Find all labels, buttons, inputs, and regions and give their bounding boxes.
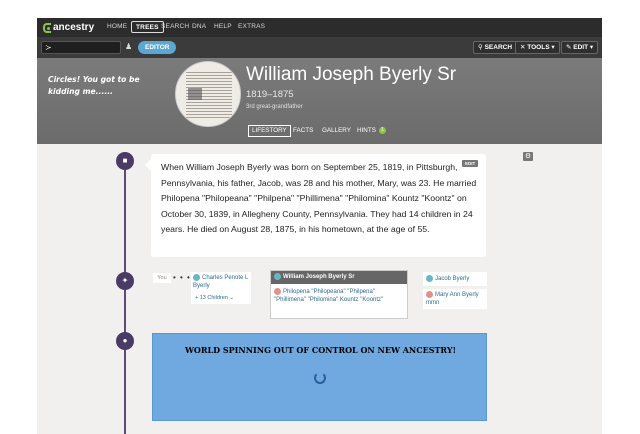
clipping-photo	[188, 88, 202, 100]
pencil-icon: ✎	[566, 44, 572, 51]
person-portrait[interactable]	[175, 61, 241, 127]
gear-icon[interactable]: ⚙	[523, 152, 533, 161]
tab-gallery[interactable]: GALLERY	[322, 125, 351, 137]
timeline-line	[124, 156, 126, 434]
tree-toolbar: ≻ ♟ EDITOR ⚲ SEARCH ✕ TOOLS ▾ ✎ EDIT ▾	[37, 37, 602, 58]
nav-help[interactable]: HELP	[214, 23, 232, 30]
tab-lifestory[interactable]: LIFESTORY	[248, 125, 291, 137]
edit-button-label: EDIT	[573, 44, 589, 51]
person-header: Circles! You got to be kidding me...... …	[37, 58, 602, 144]
ancestry-logo[interactable]: ancestry	[43, 21, 94, 34]
edit-button[interactable]: ✎ EDIT ▾	[561, 41, 599, 54]
lifestory-text: When William Joseph Byerly was born on S…	[161, 162, 477, 234]
add-person-icon[interactable]: ♟	[125, 42, 132, 51]
tree-search-input[interactable]: ≻	[41, 41, 121, 54]
tools-button[interactable]: ✕ TOOLS ▾	[515, 41, 560, 54]
top-nav: ancestry HOME TREES SEARCH DNA HELP EXTR…	[37, 18, 602, 37]
children-count-label: + 13 Children	[195, 295, 228, 301]
chevron-down-icon: ▾	[589, 44, 594, 51]
search-icon: ⚲	[478, 44, 483, 51]
tab-hints-label: HINTS	[357, 127, 376, 134]
editor-badge[interactable]: EDITOR	[138, 41, 177, 54]
logo-text: ancestry	[53, 22, 95, 33]
nav-extras[interactable]: EXTRAS	[238, 23, 265, 30]
app-frame: ancestry HOME TREES SEARCH DNA HELP EXTR…	[37, 18, 602, 434]
female-icon	[274, 288, 281, 295]
focus-person-name: William Joseph Byerly Sr	[283, 274, 355, 280]
focus-person-card[interactable]: William Joseph Byerly Sr Philopena "Phil…	[270, 270, 408, 319]
tab-facts[interactable]: FACTS	[293, 125, 313, 137]
male-icon	[426, 275, 433, 282]
family-icon: ✦	[116, 272, 134, 290]
father-card[interactable]: Jacob Byerly	[423, 272, 487, 286]
lifespan: 1819–1875	[246, 89, 294, 100]
search-button[interactable]: ⚲ SEARCH	[473, 41, 518, 54]
tab-hints[interactable]: HINTS 1	[357, 125, 386, 137]
male-icon	[274, 272, 281, 280]
mother-name: Mary Ann Byerly mmn	[426, 292, 479, 307]
leaf-icon	[43, 22, 51, 33]
person-name: William Joseph Byerly Sr	[246, 64, 457, 85]
story-icon: ■	[116, 152, 134, 170]
spouse-name: Philopena "Philopeana" "Philpena" "Phill…	[274, 289, 384, 304]
chevron-down-icon: ⌄	[229, 295, 235, 301]
chevron-down-icon: ▾	[551, 44, 555, 51]
female-icon	[426, 291, 433, 298]
nav-home[interactable]: HOME	[107, 23, 127, 30]
male-icon	[193, 274, 200, 281]
loading-spinner-icon	[314, 372, 326, 384]
hints-count-badge: 1	[378, 126, 386, 134]
children-count-toggle[interactable]: + 13 Children ⌄	[195, 295, 234, 301]
edit-story-button[interactable]: EDIT	[462, 160, 479, 167]
lifestory-card: When William Joseph Byerly was born on S…	[145, 154, 486, 257]
you-marker: You	[153, 273, 171, 283]
search-button-label: SEARCH	[484, 44, 513, 51]
focus-person-header: William Joseph Byerly Sr	[271, 271, 407, 284]
annotation-text: Circles! You got to be kidding me......	[48, 75, 140, 96]
overlay-text: WORLD SPINNING OUT OF CONTROL ON NEW ANC…	[184, 345, 457, 355]
share-icon: ≻	[45, 43, 52, 52]
wrench-icon: ✕	[520, 44, 526, 51]
ellipsis-icon[interactable]: • • •	[173, 273, 191, 282]
father-name: Jacob Byerly	[435, 276, 470, 283]
relationship: 3rd great-grandfather	[246, 104, 303, 110]
nav-dna[interactable]: DNA	[192, 23, 206, 30]
location-pin-icon: ●	[116, 332, 134, 350]
tools-button-label: TOOLS	[527, 44, 550, 51]
nav-trees[interactable]: TREES	[131, 21, 164, 33]
nav-search[interactable]: SEARCH	[161, 23, 189, 30]
child-name: Charles Penote L Byerly	[193, 275, 249, 290]
mother-card[interactable]: Mary Ann Byerly mmn	[423, 289, 487, 309]
spouse-entry[interactable]: Philopena "Philopeana" "Philpena" "Phill…	[274, 288, 404, 304]
overlay-panel: WORLD SPINNING OUT OF CONTROL ON NEW ANC…	[152, 333, 487, 421]
